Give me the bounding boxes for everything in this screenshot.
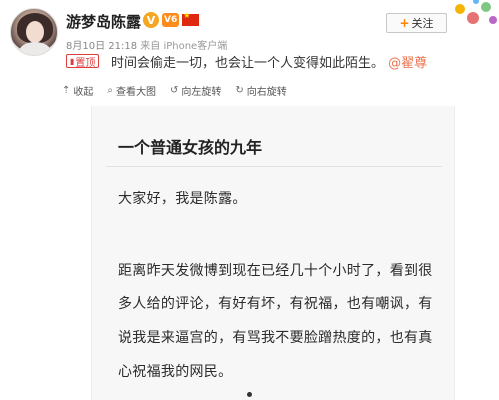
article-line: 多人给的评论，有好有坏，有祝福，也有嘲讽，有: [118, 296, 433, 312]
weibo-post: 游梦岛陈露 V V6 8月10日 21:18 来自 iPhone客户端 + 关注…: [0, 0, 499, 400]
mention-link[interactable]: @翟尊: [388, 56, 427, 71]
article-line: 大家好，我是陈露。: [118, 191, 247, 207]
collapse-button[interactable]: ⇡ 收起: [62, 83, 93, 98]
article-divider: [106, 166, 442, 167]
avatar[interactable]: [10, 8, 58, 56]
article-title: 一个普通女孩的九年: [118, 138, 263, 157]
view-large-label: 查看大图: [116, 86, 156, 98]
pinned-badge: ▮ 置顶: [66, 54, 100, 69]
article-line: 心祝福我的网民。: [118, 364, 233, 380]
verified-icon[interactable]: V: [143, 12, 159, 28]
pin-icon: ▮: [70, 56, 75, 66]
view-large-button[interactable]: ⌕ 查看大图: [107, 83, 156, 98]
user-badges: V V6: [143, 11, 200, 28]
rotate-left-button[interactable]: ↺ 向左旋转: [170, 83, 221, 98]
image-toolbar: ⇡ 收起 ⌕ 查看大图 ↺ 向左旋转 ↻ 向右旋转: [62, 81, 287, 99]
follow-label: 关注: [411, 17, 434, 30]
username[interactable]: 游梦岛陈露: [66, 11, 141, 32]
pinned-label: 置顶: [75, 57, 96, 69]
plus-icon: +: [399, 16, 410, 30]
article-line: 说我是来逼宫的，有骂我不要脸蹭热度的，也有真: [118, 330, 433, 346]
rotate-right-label: 向右旋转: [246, 86, 287, 98]
post-source: 来自 iPhone客户端: [140, 41, 228, 52]
decoration-ornament: [449, 0, 499, 30]
scroll-indicator: [247, 392, 252, 397]
rotate-left-label: 向左旋转: [181, 86, 222, 98]
post-time[interactable]: 8月10日 21:18: [66, 41, 137, 52]
post-text: 时间会偷走一切，也会让一个人变得如此陌生。 @翟尊: [111, 52, 427, 71]
post-body: 时间会偷走一切，也会让一个人变得如此陌生。: [111, 56, 385, 71]
post-meta: 8月10日 21:18 来自 iPhone客户端: [66, 37, 227, 52]
vip-badge[interactable]: V6: [162, 13, 180, 27]
collapse-icon: ⇡: [62, 84, 71, 96]
rotate-left-icon: ↺: [170, 84, 179, 96]
rotate-right-icon: ↻: [235, 84, 244, 96]
china-flag-icon: [182, 11, 200, 26]
follow-button[interactable]: + 关注: [386, 13, 447, 33]
article-line: 距离昨天发微博到现在已经几十个小时了，看到很: [118, 263, 433, 279]
rotate-right-button[interactable]: ↻ 向右旋转: [235, 83, 286, 98]
zoom-icon: ⌕: [107, 84, 113, 96]
collapse-label: 收起: [73, 86, 94, 98]
